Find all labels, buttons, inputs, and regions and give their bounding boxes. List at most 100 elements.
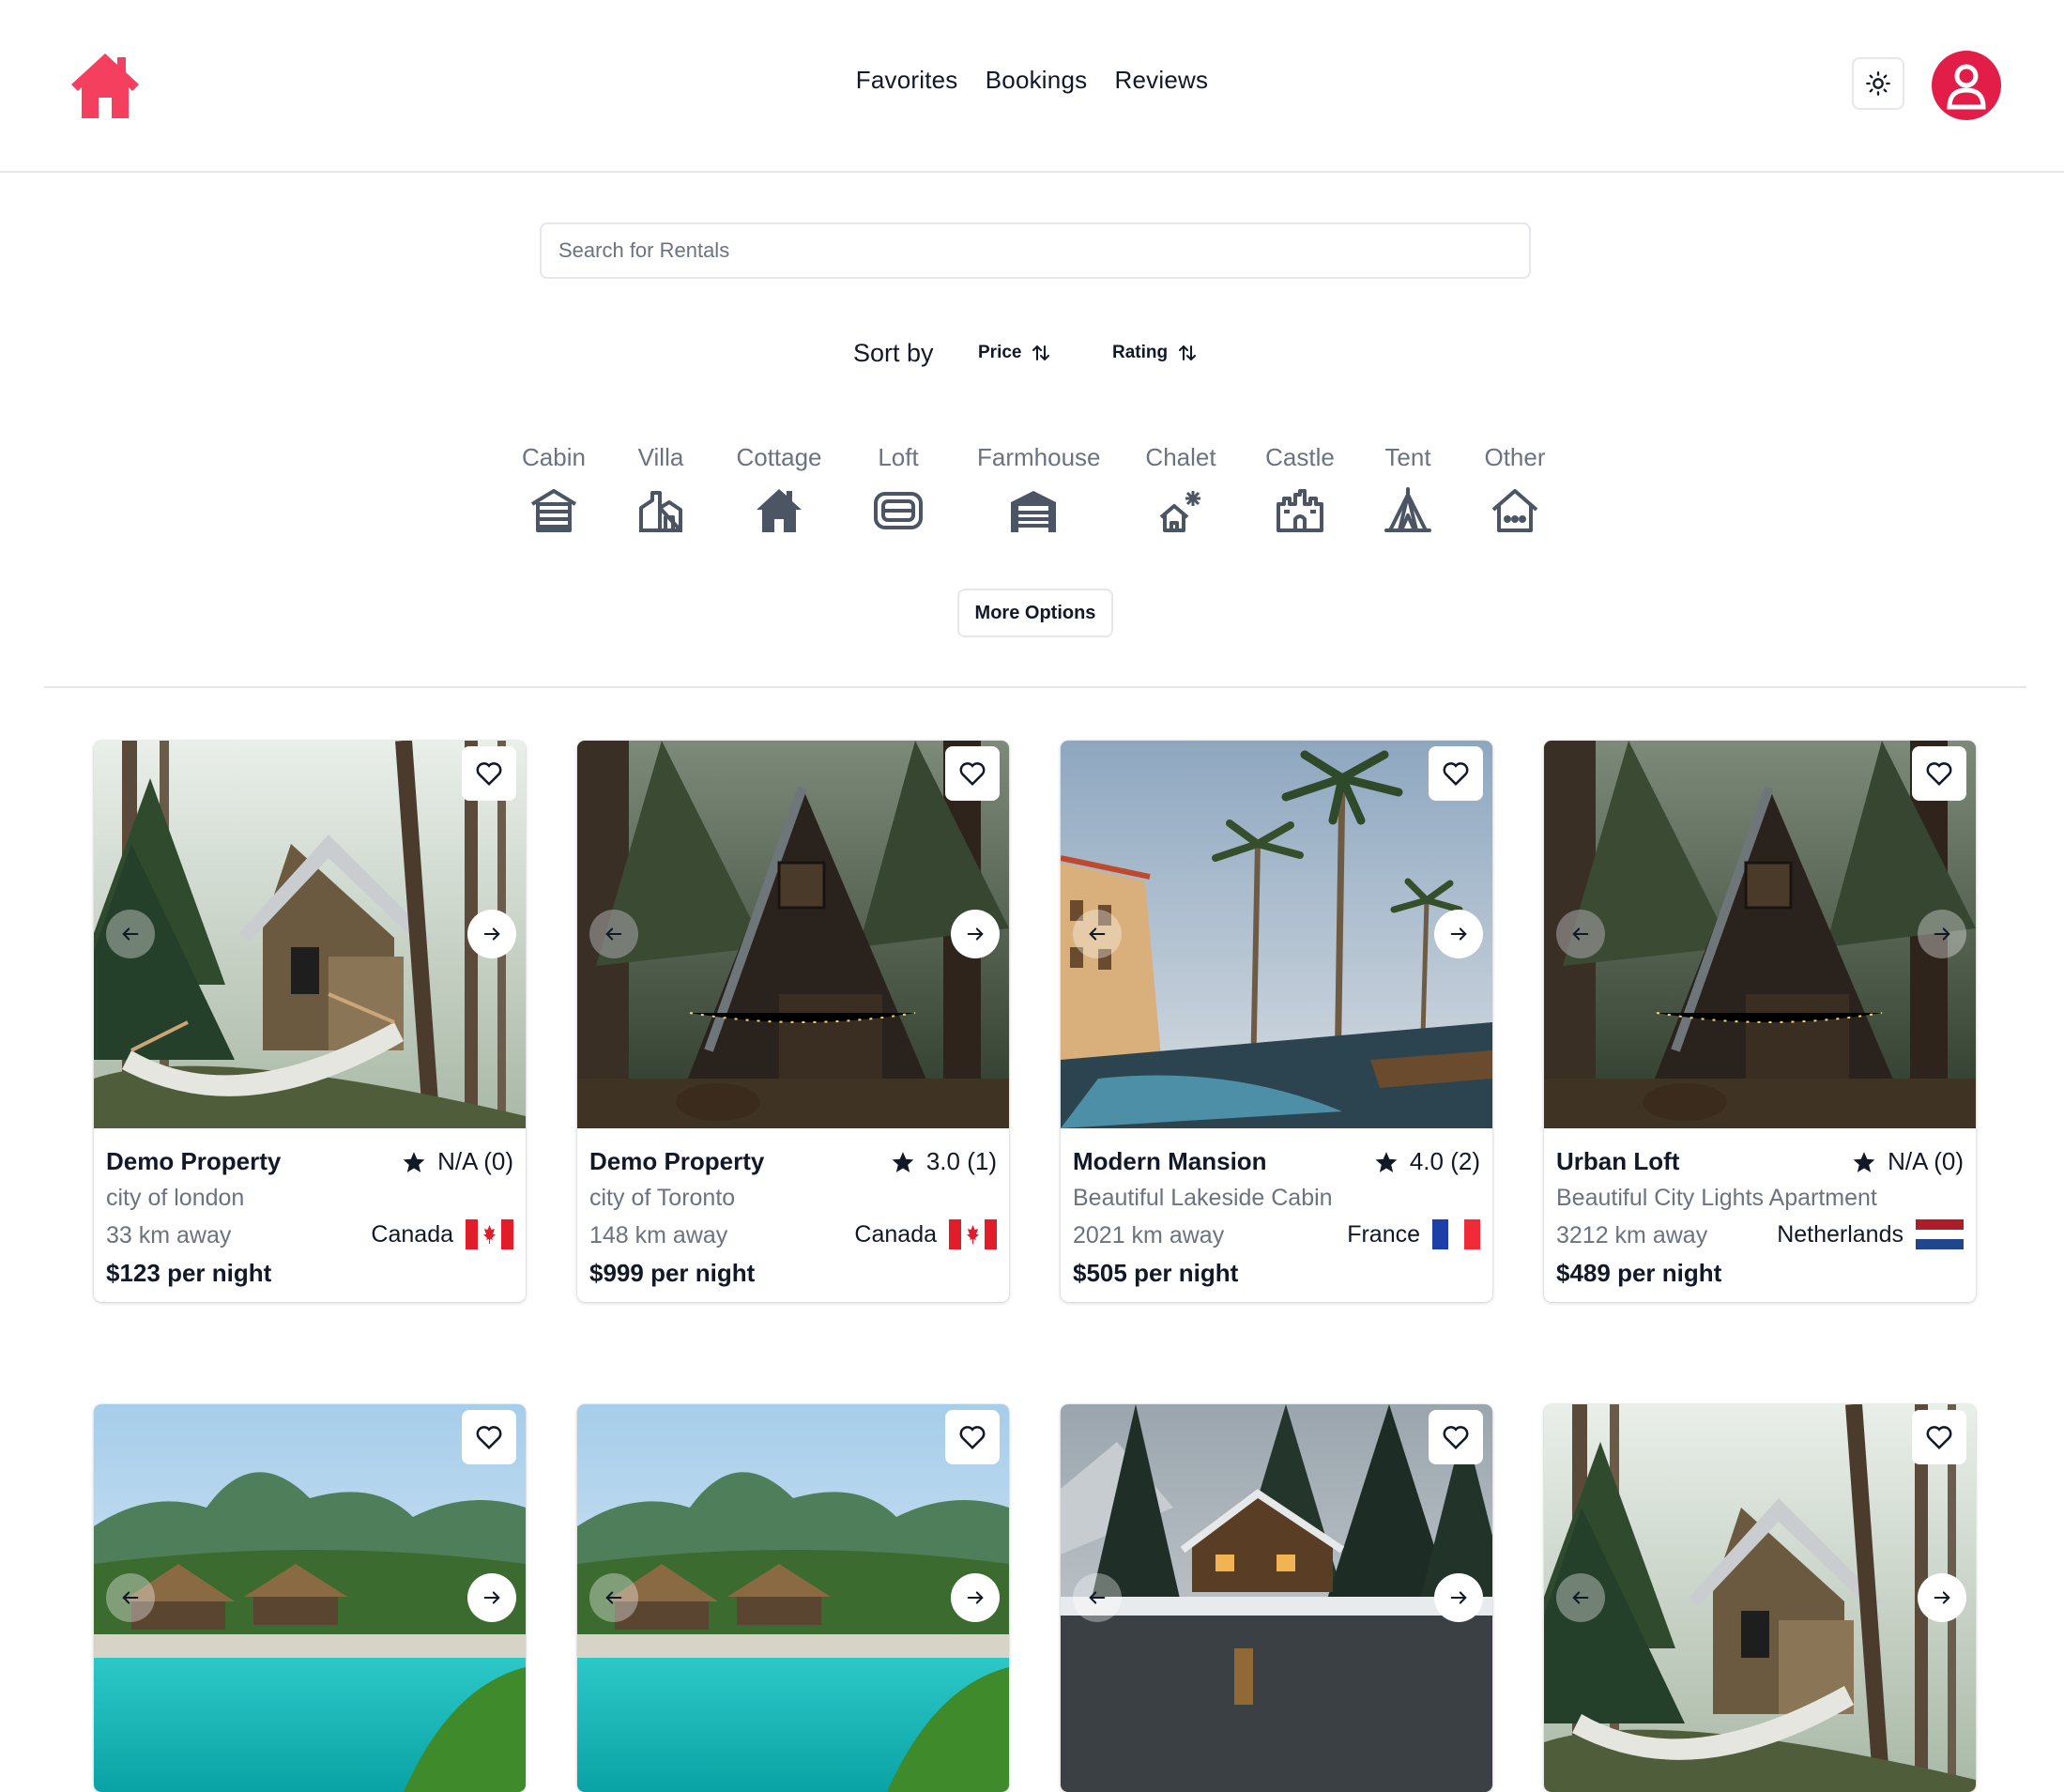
france-flag-icon [1432,1219,1480,1249]
listing-title: Demo Property [589,1147,765,1175]
country-name: Canada [371,1220,453,1248]
listing-price: $489 per night [1556,1259,1722,1287]
category-villa[interactable]: Villa [604,443,717,536]
category-label: Castle [1265,443,1335,471]
more-options-button[interactable]: More Options [957,589,1113,637]
sort-arrows-icon [1179,345,1197,361]
heart-icon [1443,762,1469,787]
sort-price-button[interactable]: Price [978,343,1050,363]
nav-favorites-link[interactable]: Favorites [856,66,958,95]
rating-value: N/A (0) [437,1147,513,1175]
category-label: Loft [878,443,919,471]
castle-icon [1277,489,1323,532]
listing-image[interactable] [577,741,1009,1128]
next-image-button[interactable] [467,1573,516,1622]
arrow-right-icon [483,927,500,941]
listing-image[interactable] [577,1404,1009,1792]
netherlands-flag-icon [1916,1219,1964,1249]
user-avatar-button[interactable] [1932,51,2001,120]
next-image-button[interactable] [1918,910,1966,958]
arrow-left-icon [605,1591,622,1604]
next-image-button[interactable] [1434,910,1483,958]
next-image-button[interactable] [1434,1573,1483,1622]
next-image-button[interactable] [467,910,516,958]
previous-image-button[interactable] [1556,1573,1605,1622]
listing-card[interactable] [1544,1404,1976,1792]
listing-card[interactable]: Demo Property N/A (0) city of london 33 … [94,741,526,1302]
category-tent[interactable]: Tent [1352,443,1464,536]
cottage-icon [757,489,802,532]
favorite-button[interactable] [1912,746,1966,801]
listing-image[interactable] [94,741,526,1128]
top-navbar: Favorites Bookings Reviews [0,0,2064,173]
arrow-left-icon [122,1591,139,1604]
listing-card[interactable] [94,1404,526,1792]
listing-photo [94,741,526,1128]
search-rentals-input[interactable] [540,222,1531,279]
category-other[interactable]: Other [1459,443,1571,536]
favorite-button[interactable] [945,1410,1000,1464]
listing-photo [94,1404,526,1792]
heart-icon [959,1426,986,1450]
heart-icon [1443,1426,1469,1450]
category-cottage[interactable]: Cottage [723,443,835,536]
sun-icon [1866,71,1890,96]
category-loft[interactable]: Loft [842,443,955,536]
listing-image[interactable] [1544,741,1976,1128]
listing-country: France [1347,1219,1480,1249]
listing-card[interactable]: Urban Loft N/A (0) Beautiful City Lights… [1544,741,1976,1302]
listing-image[interactable] [1061,741,1492,1128]
theme-toggle-button[interactable] [1852,57,1904,110]
heart-icon [1926,1426,1952,1450]
country-name: France [1347,1220,1420,1248]
listing-photo [1544,741,1976,1128]
listing-details: Demo Property 3.0 (1) city of Toronto 14… [577,1128,1009,1302]
arrow-left-icon [1572,1591,1589,1604]
arrow-right-icon [483,1591,500,1604]
favorite-button[interactable] [1912,1410,1966,1464]
previous-image-button[interactable] [1073,1573,1122,1622]
arrow-right-icon [1450,1591,1467,1604]
previous-image-button[interactable] [589,910,638,958]
sort-rating-button[interactable]: Rating [1112,343,1197,363]
category-farmhouse[interactable]: Farmhouse [977,443,1101,536]
category-cabin[interactable]: Cabin [497,443,610,536]
category-castle[interactable]: Castle [1244,443,1356,536]
heart-icon [1926,762,1952,787]
nav-bookings-link[interactable]: Bookings [986,66,1088,95]
listing-price: $123 per night [106,1259,272,1287]
tent-icon [1384,487,1431,532]
listing-distance: 33 km away [106,1222,232,1248]
previous-image-button[interactable] [589,1573,638,1622]
favorite-button[interactable] [462,746,516,801]
listing-card[interactable]: Demo Property 3.0 (1) city of Toronto 14… [577,741,1009,1302]
favorite-button[interactable] [462,1410,516,1464]
arrow-right-icon [1934,1591,1950,1604]
listing-card[interactable] [577,1404,1009,1792]
favorite-button[interactable] [1429,1410,1483,1464]
listing-rating: 4.0 (2) [1374,1147,1480,1176]
listing-title: Modern Mansion [1073,1147,1267,1175]
villa-icon [639,491,682,532]
listing-card[interactable]: Modern Mansion 4.0 (2) Beautiful Lakesid… [1061,741,1492,1302]
star-icon [1853,1151,1875,1172]
next-image-button[interactable] [1918,1573,1966,1622]
arrow-right-icon [1450,927,1467,941]
listing-card[interactable] [1061,1404,1492,1792]
listing-image[interactable] [1544,1404,1976,1792]
listing-image[interactable] [94,1404,526,1792]
next-image-button[interactable] [951,910,1000,958]
previous-image-button[interactable] [1073,910,1122,958]
next-image-button[interactable] [951,1573,1000,1622]
listing-image[interactable] [1061,1404,1492,1792]
nav-reviews-link[interactable]: Reviews [1115,66,1209,95]
heart-icon [959,762,986,787]
arrow-right-icon [967,927,984,941]
previous-image-button[interactable] [1556,910,1605,958]
category-chalet[interactable]: Chalet [1124,443,1237,536]
previous-image-button[interactable] [106,910,155,958]
favorite-button[interactable] [1429,746,1483,801]
category-label: Farmhouse [977,443,1101,471]
previous-image-button[interactable] [106,1573,155,1622]
favorite-button[interactable] [945,746,1000,801]
